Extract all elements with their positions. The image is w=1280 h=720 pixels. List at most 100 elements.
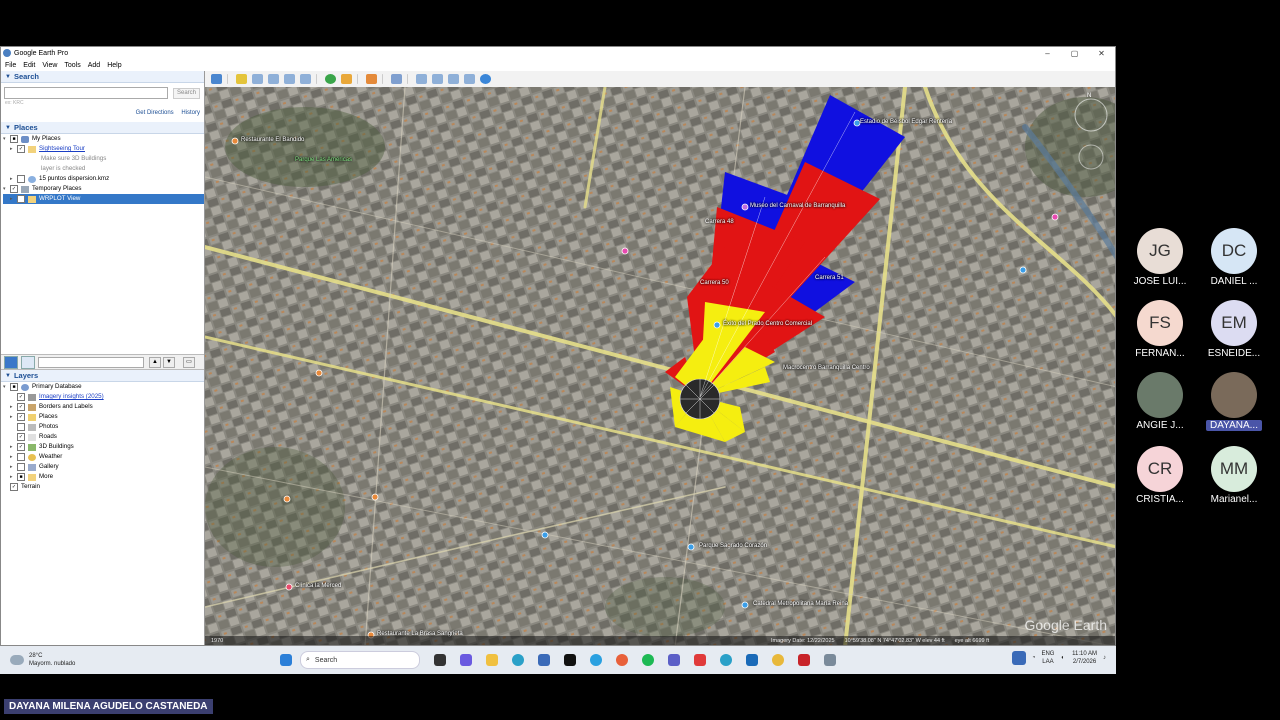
list-view-button[interactable] [21,355,35,369]
historical-imagery-icon[interactable] [325,74,336,84]
participant-tile[interactable]: FS FERNAN... [1122,300,1198,359]
tree-item-my-places[interactable]: ▾ ■ My Places [3,134,204,144]
expand-icon[interactable]: ▸ [10,412,17,422]
language-layout[interactable]: LAA [1041,658,1054,666]
email-icon[interactable] [416,74,427,84]
google-maps-icon[interactable] [480,74,491,84]
movie-maker-icon[interactable] [464,74,475,84]
file-explorer-icon[interactable] [486,654,498,666]
sun-icon[interactable] [341,74,352,84]
search-input[interactable] [4,87,168,99]
checkbox[interactable]: ✓ [10,185,18,193]
store-icon[interactable] [538,654,550,666]
participant-tile[interactable]: CR CRISTIA... [1122,446,1198,505]
tree-label[interactable]: Sightseeing Tour [39,144,85,154]
maximize-button[interactable]: ▢ [1061,49,1088,58]
expand-icon[interactable]: ▸ [10,472,17,482]
checkbox[interactable]: ■ [10,383,18,391]
participant-tile[interactable]: ANGIE J... [1122,372,1198,431]
checkbox[interactable] [17,453,25,461]
expand-icon[interactable]: ▸ [10,144,17,154]
layers-panel-header[interactable]: ▼ Layers [1,370,204,382]
expand-icon[interactable]: ▾ [3,382,10,392]
checkbox[interactable]: ✓ [17,393,25,401]
spotify-icon[interactable] [642,654,654,666]
app-icon-2[interactable] [798,654,810,666]
layer-photos[interactable]: Photos [3,422,204,432]
menu-view[interactable]: View [42,62,57,69]
wifi-icon[interactable]: ◔ [1032,655,1036,661]
tree-item-sightseeing[interactable]: ▸ ✓ Sightseeing Tour [3,144,204,154]
expand-icon[interactable]: ▸ [10,174,17,184]
layer-primary-database[interactable]: ▾ ■ Primary Database [3,382,204,392]
participant-tile[interactable]: MM Marianel... [1196,446,1272,505]
menu-edit[interactable]: Edit [23,62,35,69]
layer-places[interactable]: ▸ ✓ Places [3,412,204,422]
edge-icon[interactable] [512,654,524,666]
menu-add[interactable]: Add [88,62,100,69]
places-filter-input[interactable] [38,356,144,368]
layer-3d-buildings[interactable]: ▸ ✓ 3D Buildings [3,442,204,452]
move-down-icon[interactable]: ▼ [163,356,175,368]
tree-label[interactable]: Imagery insights (2025) [39,392,104,402]
search-button[interactable]: Search [173,87,201,99]
participant-tile[interactable]: EM ESNEIDE... [1196,300,1272,359]
places-panel-header[interactable]: ▼ Places [1,122,204,134]
menu-tools[interactable]: Tools [64,62,80,69]
menu-file[interactable]: File [5,62,16,69]
layer-more[interactable]: ▸ ■ More [3,472,204,482]
google-earth-taskbar-icon[interactable] [824,654,836,666]
participant-tile[interactable]: DC DANIEL ... [1196,228,1272,287]
image-overlay-icon[interactable] [284,74,295,84]
minimize-button[interactable]: – [1034,49,1061,58]
taskbar-search[interactable]: ⌕ Search [300,651,420,669]
copilot-icon[interactable] [460,654,472,666]
mic-icon[interactable] [1011,651,1026,665]
map-view[interactable]: N Parque Las Américas Estadio de Béisbol… [205,87,1115,645]
tree-item-temporary[interactable]: ▾ ✓ Temporary Places [3,184,204,194]
move-up-icon[interactable]: ▲ [149,356,161,368]
layer-terrain[interactable]: ✓ Terrain [3,482,204,492]
start-icon[interactable] [280,654,292,666]
edge-icon-2[interactable] [720,654,732,666]
layer-imagery-insights[interactable]: ✓ Imagery insights (2025) [3,392,204,402]
save-image-icon[interactable] [448,74,459,84]
checkbox[interactable]: ✓ [17,433,25,441]
expand-icon[interactable]: ▾ [3,184,10,194]
search-panel-header[interactable]: ▼ Search [1,71,204,83]
sidebar-toggle-icon[interactable] [211,74,222,84]
participant-tile-active[interactable]: DAYANA... [1196,372,1272,431]
telegram-icon[interactable] [590,654,602,666]
placemark-icon[interactable] [236,74,247,84]
layer-gallery[interactable]: ▸ Gallery [3,462,204,472]
layer-roads[interactable]: ✓ Roads [3,432,204,442]
ruler-icon[interactable] [391,74,402,84]
notification-bell-icon[interactable]: ♪ [1103,655,1106,661]
checkbox[interactable]: ■ [17,473,25,481]
capcut-icon[interactable] [564,654,576,666]
participant-tile[interactable]: JG JOSE LUI... [1122,228,1198,287]
polygon-icon[interactable] [252,74,263,84]
outlook-icon[interactable] [746,654,758,666]
checkbox[interactable] [17,423,25,431]
task-view-icon[interactable] [434,654,446,666]
folder-options-icon[interactable]: ▭ [183,356,195,368]
expand-icon[interactable]: ▸ [10,194,17,204]
checkbox[interactable]: ✓ [17,145,25,153]
checkbox[interactable]: ✓ [17,443,25,451]
checkbox[interactable]: ✓ [10,483,18,491]
checkbox[interactable]: ✓ [17,403,25,411]
weather-widget[interactable]: 28°C Mayorm. nublado [0,652,280,668]
checkbox[interactable]: ■ [10,135,18,143]
speaker-icon[interactable]: ◖ [1060,655,1064,661]
expand-icon[interactable]: ▸ [10,442,17,452]
path-icon[interactable] [268,74,279,84]
language-code[interactable]: ENG [1041,650,1054,658]
checkbox[interactable] [17,175,25,183]
clock[interactable]: 11:10 AM 2/7/2026 [1072,650,1097,666]
planets-icon[interactable] [366,74,377,84]
expand-icon[interactable]: ▸ [10,462,17,472]
menu-help[interactable]: Help [107,62,121,69]
teams-icon[interactable] [668,654,680,666]
firefox-icon[interactable] [616,654,628,666]
